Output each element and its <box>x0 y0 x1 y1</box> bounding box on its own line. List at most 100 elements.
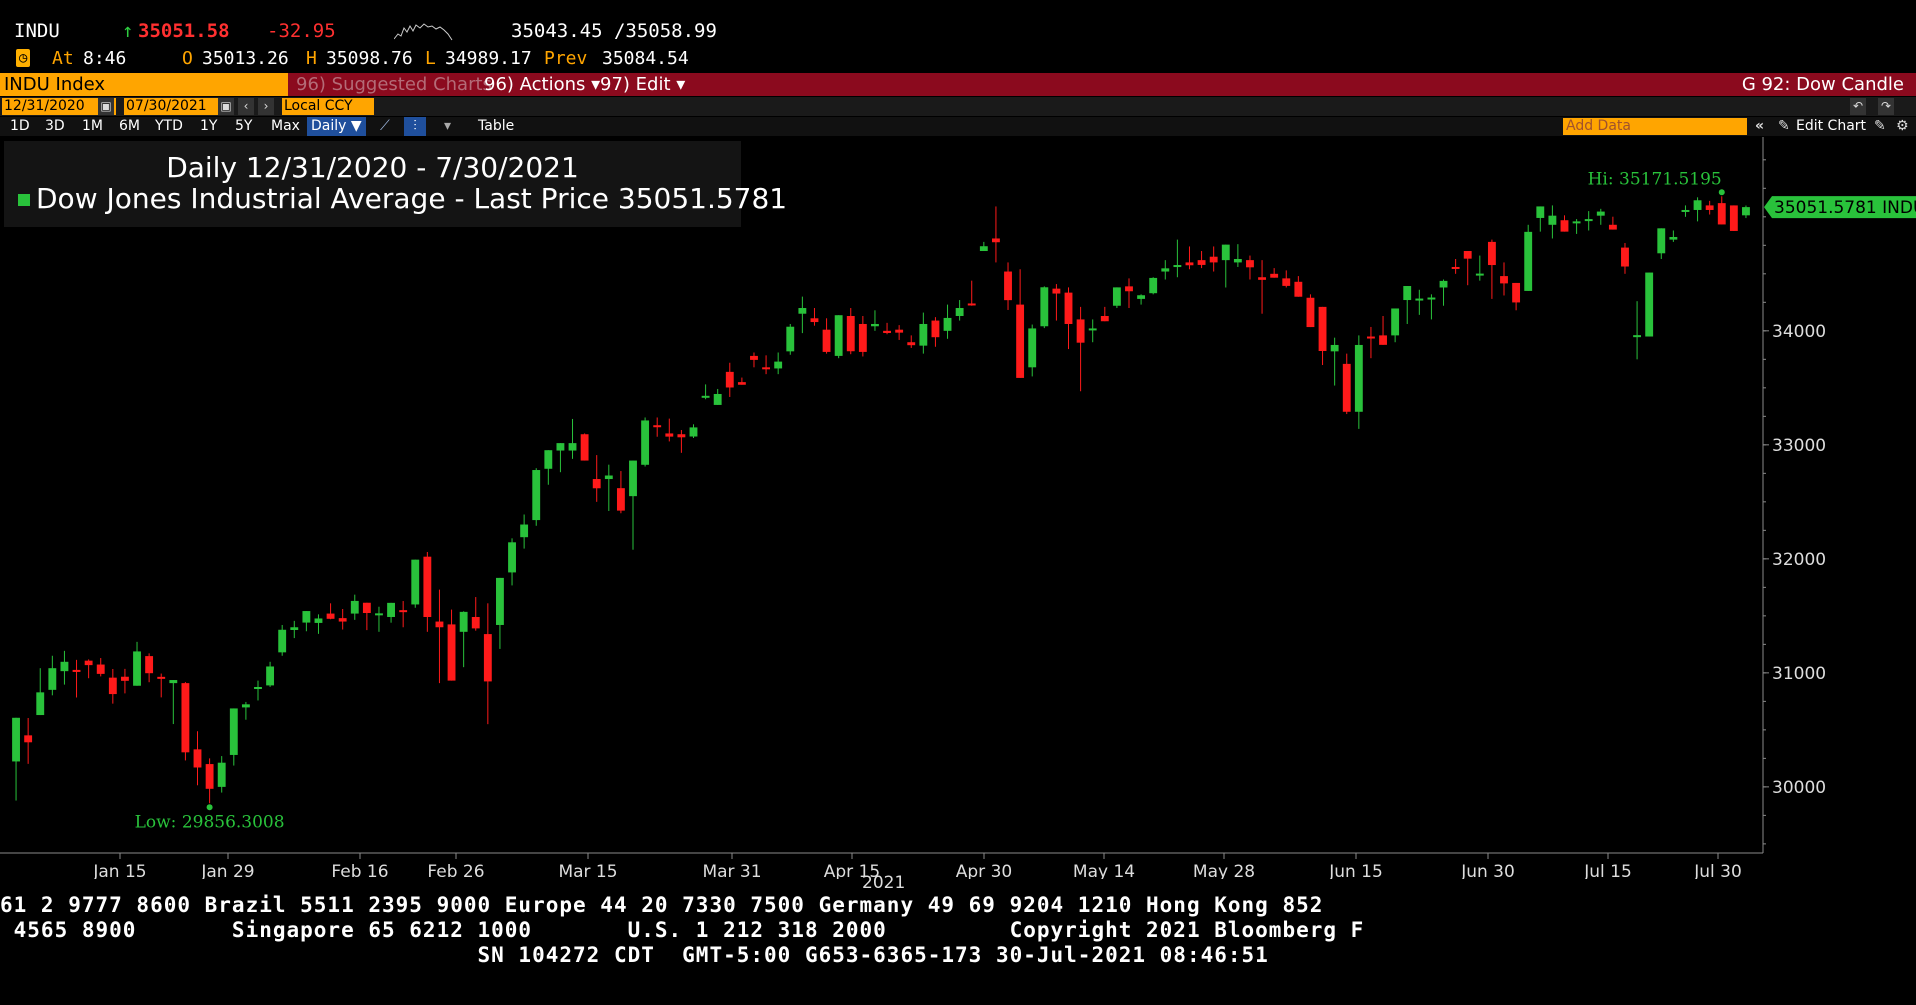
range-max[interactable]: Max <box>271 117 300 136</box>
candle-body <box>96 664 105 674</box>
legend-series: Dow Jones Industrial Average - Last Pric… <box>18 182 787 215</box>
candle-body <box>1330 344 1339 352</box>
candle-body <box>1112 287 1121 306</box>
range-1d[interactable]: 1D <box>10 117 30 136</box>
candle-body <box>387 602 395 617</box>
candle-body <box>217 762 226 787</box>
candle-body <box>1076 319 1085 343</box>
range-ytd[interactable]: YTD <box>155 117 183 136</box>
candle-body <box>411 559 420 605</box>
low-marker <box>206 804 213 811</box>
footer-session-line: SN 104272 CDT GMT-5:00 G653-6365-173 30-… <box>0 943 1269 967</box>
low-label: L <box>425 48 436 69</box>
candle-body <box>145 656 154 674</box>
x-tick-label: Jun 15 <box>1328 862 1383 879</box>
prev-period-button[interactable]: ‹ <box>238 98 254 115</box>
candle-body <box>290 627 299 630</box>
candle-body <box>241 704 250 708</box>
table-button[interactable]: Table <box>478 117 514 136</box>
edit-menu[interactable]: 97) Edit ▾ <box>600 73 685 96</box>
candle-body <box>205 764 214 789</box>
candle-body <box>568 443 577 451</box>
line-chart-icon[interactable]: ⟋ <box>380 117 390 136</box>
candle-body <box>653 425 662 428</box>
candle-body <box>737 382 746 385</box>
candle-body <box>1681 209 1690 212</box>
candle-body <box>1367 336 1375 339</box>
series-name: Dow Jones Industrial Average - Last Pric… <box>36 182 609 215</box>
redo-icon[interactable]: ↷ <box>1878 98 1894 115</box>
suggested-charts-button[interactable]: 96) Suggested Charts <box>296 73 492 96</box>
candle-body <box>1536 206 1545 218</box>
range-5y[interactable]: 5Y <box>235 117 252 136</box>
security-field[interactable]: INDU Index <box>0 73 288 96</box>
candle-body <box>967 303 976 306</box>
x-tick-label: Feb 16 <box>331 862 388 879</box>
candle-body <box>931 320 940 338</box>
candle-body <box>786 326 795 352</box>
candle-body <box>1633 335 1642 338</box>
candle-chart-icon[interactable]: ⫶ <box>404 117 426 136</box>
candle-body <box>1379 335 1387 345</box>
actions-menu[interactable]: 96) Actions ▾ <box>484 73 600 96</box>
add-data-input[interactable]: Add Data <box>1563 118 1747 135</box>
settings-icon[interactable]: ⚙ <box>1896 117 1909 136</box>
candle-body <box>1209 256 1218 263</box>
candle-body <box>520 524 529 538</box>
candle-body <box>1294 281 1303 297</box>
candlestick-chart[interactable]: 30000 31000 32000 33000 34000 Jan 15 Jan 29 Fe… <box>0 137 1916 879</box>
candle-body <box>1354 344 1363 412</box>
candle-body <box>326 613 335 619</box>
clock-icon: ◷ <box>16 49 31 67</box>
candle-body <box>1475 273 1484 276</box>
date-range-row: 12/31/2020 ▣ 07/30/2021 ▣ ‹ › Local CCY … <box>0 97 1916 116</box>
range-6m[interactable]: 6M <box>119 117 140 136</box>
candle-body <box>471 616 480 629</box>
range-1y[interactable]: 1Y <box>200 117 217 136</box>
calendar-icon[interactable]: ▣ <box>98 98 114 115</box>
x-tick-label: May 28 <box>1193 862 1255 879</box>
candle-body <box>1246 260 1254 268</box>
candle-body <box>36 692 45 716</box>
candle-body <box>1197 260 1206 265</box>
candle-body <box>762 367 771 370</box>
y-tick-label: 30000 <box>1772 778 1826 798</box>
candle-body <box>181 683 190 753</box>
candle-body <box>338 618 347 622</box>
x-tick-label: Feb 26 <box>427 862 484 879</box>
candle-body <box>604 475 613 480</box>
candle-body <box>1608 224 1617 230</box>
legend-title: Daily 12/31/2020 - 7/30/2021 <box>166 151 579 184</box>
period-select[interactable]: Daily ▼ <box>307 117 366 136</box>
candle-body <box>1052 288 1061 294</box>
last-price: 35051.58 <box>138 20 230 42</box>
candle-body <box>157 676 166 679</box>
undo-icon[interactable]: ↶ <box>1850 98 1866 115</box>
range-1m[interactable]: 1M <box>82 117 103 136</box>
chevron-down-icon[interactable]: ▾ <box>444 117 451 136</box>
x-tick-label: Jan 15 <box>92 862 146 879</box>
sparkline-icon <box>394 23 453 41</box>
candle-body <box>1584 219 1593 222</box>
footer-contacts-line: 61 2 9777 8600 Brazil 5511 2395 9000 Eur… <box>0 893 1324 917</box>
pencil-icon[interactable]: ✎ <box>1874 117 1886 136</box>
candle-body <box>858 323 867 352</box>
candle-body <box>883 330 891 333</box>
candle-body <box>1572 221 1581 224</box>
candle-body <box>1463 251 1472 259</box>
candle-body <box>991 238 1000 243</box>
edit-chart-button[interactable]: Edit Chart <box>1796 117 1866 136</box>
candle-body <box>254 686 262 689</box>
collapse-icon[interactable]: « <box>1755 117 1764 136</box>
currency-select[interactable]: Local CCY <box>282 98 374 115</box>
end-date-field[interactable]: 07/30/2021 <box>124 98 220 115</box>
candle-body <box>1705 205 1714 210</box>
candle-body <box>1185 262 1194 266</box>
candle-body <box>1258 277 1266 280</box>
y-tick-label: 33000 <box>1772 436 1826 456</box>
calendar-icon[interactable]: ▣ <box>218 98 234 115</box>
range-3d[interactable]: 3D <box>45 117 65 136</box>
year-label: 2021 <box>862 873 906 893</box>
next-period-button[interactable]: › <box>258 98 274 115</box>
y-axis: 30000 31000 32000 33000 34000 <box>1763 159 1826 845</box>
